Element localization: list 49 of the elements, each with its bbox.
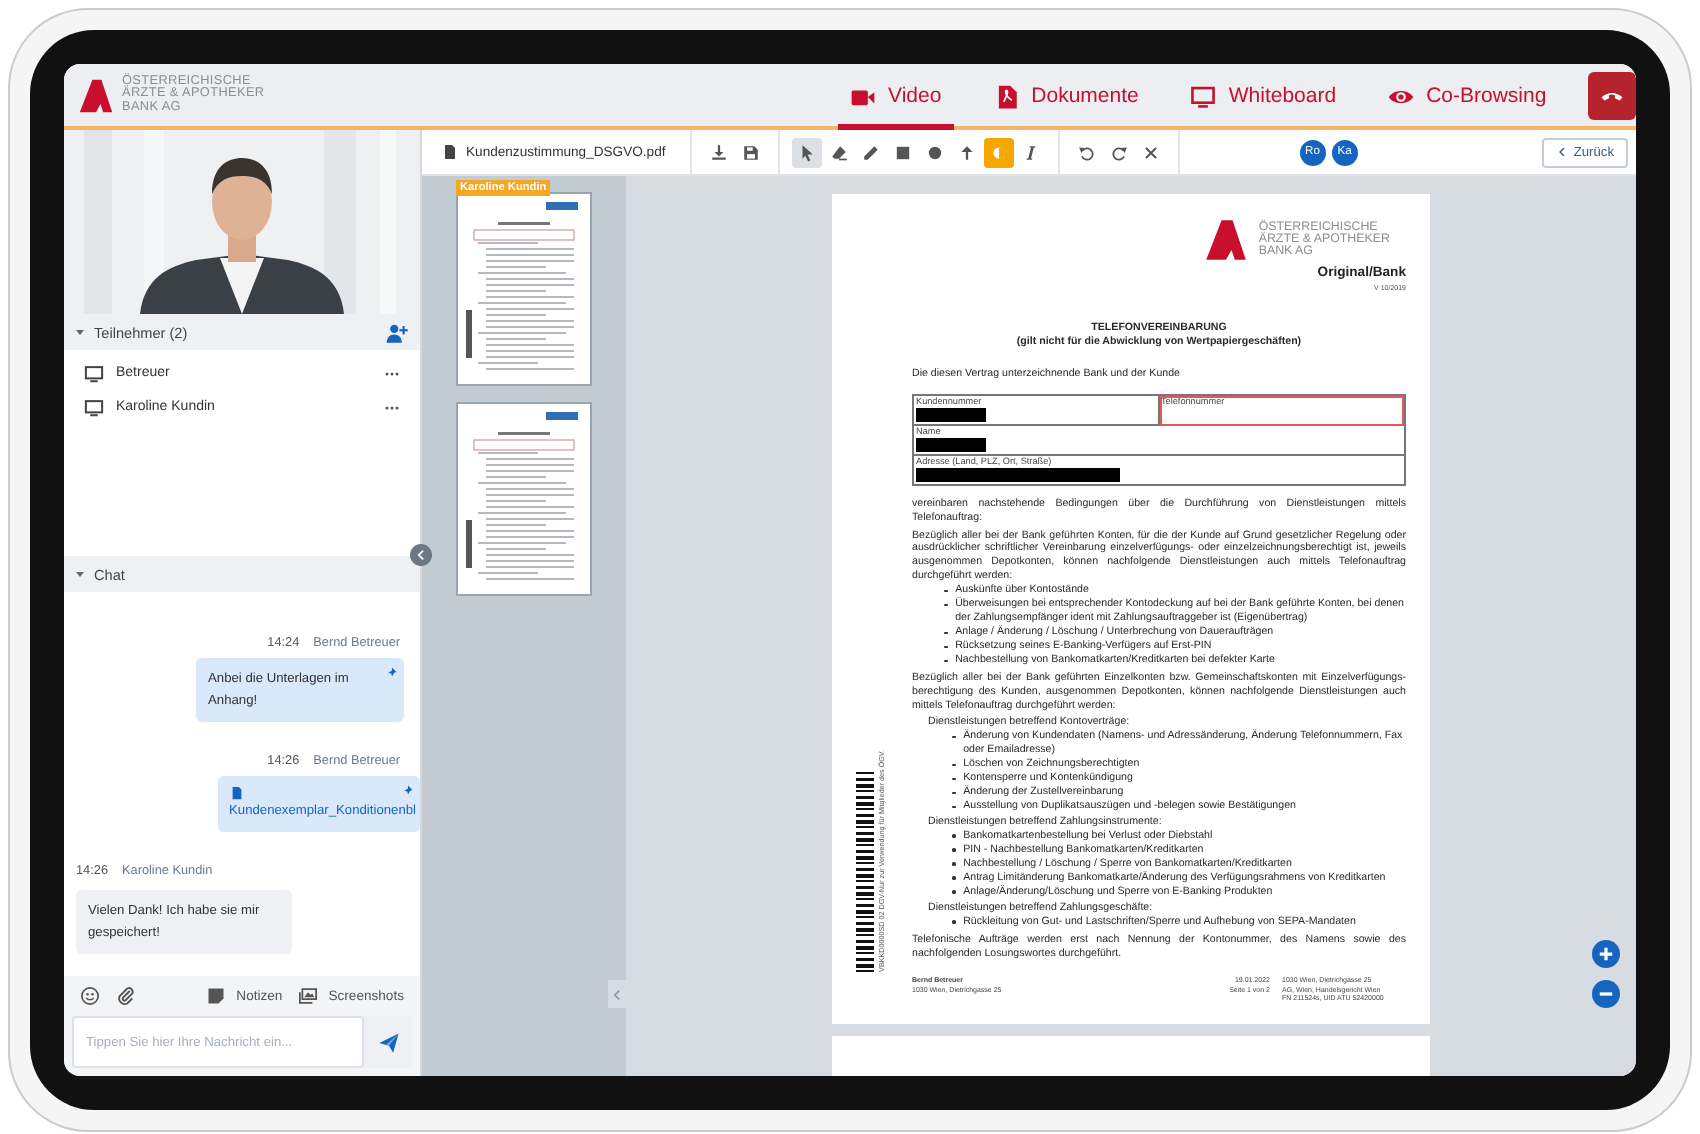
file-icon: [229, 786, 244, 800]
add-user-icon: [386, 321, 408, 343]
monitor-icon: [1190, 83, 1217, 109]
send-button[interactable]: [364, 1016, 412, 1068]
logo-icon: [1204, 218, 1249, 262]
zoom-out-button[interactable]: [1592, 980, 1620, 1008]
emoji-icon: [80, 986, 100, 1006]
paperclip-icon: [116, 986, 136, 1006]
italic-icon: [1021, 143, 1040, 161]
tool-button[interactable]: [791, 137, 822, 167]
images-icon: [298, 986, 319, 1006]
monitor-icon: [84, 397, 104, 417]
caret-icon: [72, 566, 88, 582]
zoom-in-button[interactable]: [1592, 940, 1620, 968]
cursor-icon: [797, 143, 816, 161]
note-icon: [206, 986, 227, 1006]
save-icon: [741, 143, 760, 161]
download-icon: [709, 143, 728, 161]
pin-icon: [386, 666, 398, 678]
page-thumbnail[interactable]: [456, 402, 592, 596]
send-icon: [377, 1031, 399, 1053]
tab[interactable]: Co-Browsing: [1376, 68, 1559, 130]
pencil-icon: [861, 143, 880, 161]
pdf-file-icon: [993, 83, 1020, 109]
paperclip-button[interactable]: [116, 986, 136, 1006]
pin-icon: [402, 784, 414, 796]
plus-icon: [1596, 944, 1616, 964]
redo-icon: [1109, 143, 1128, 161]
close-icon: [1141, 143, 1160, 161]
color-icon: [989, 143, 1008, 161]
tab[interactable]: Dokumente: [981, 68, 1151, 130]
chevron-left-icon: [414, 548, 428, 562]
tab[interactable]: Whiteboard: [1178, 68, 1349, 130]
file-icon: [442, 144, 458, 160]
chevron-left-icon: [610, 987, 624, 1001]
emoji-button[interactable]: [80, 986, 100, 1006]
square-icon: [893, 143, 912, 161]
logo-icon: [78, 77, 114, 113]
chevron-left-icon: [1555, 146, 1568, 158]
circle-icon: [925, 143, 944, 161]
barcode-icon: [856, 771, 875, 972]
monitor-icon: [84, 363, 104, 383]
caret-icon: [72, 324, 88, 340]
hang-up-button[interactable]: [1588, 71, 1636, 119]
arrow-up-icon: [957, 143, 976, 161]
undo-icon: [1077, 143, 1096, 161]
page-thumbnail[interactable]: [456, 192, 592, 386]
eraser-icon: [829, 143, 848, 161]
collapse-button[interactable]: [410, 544, 432, 566]
